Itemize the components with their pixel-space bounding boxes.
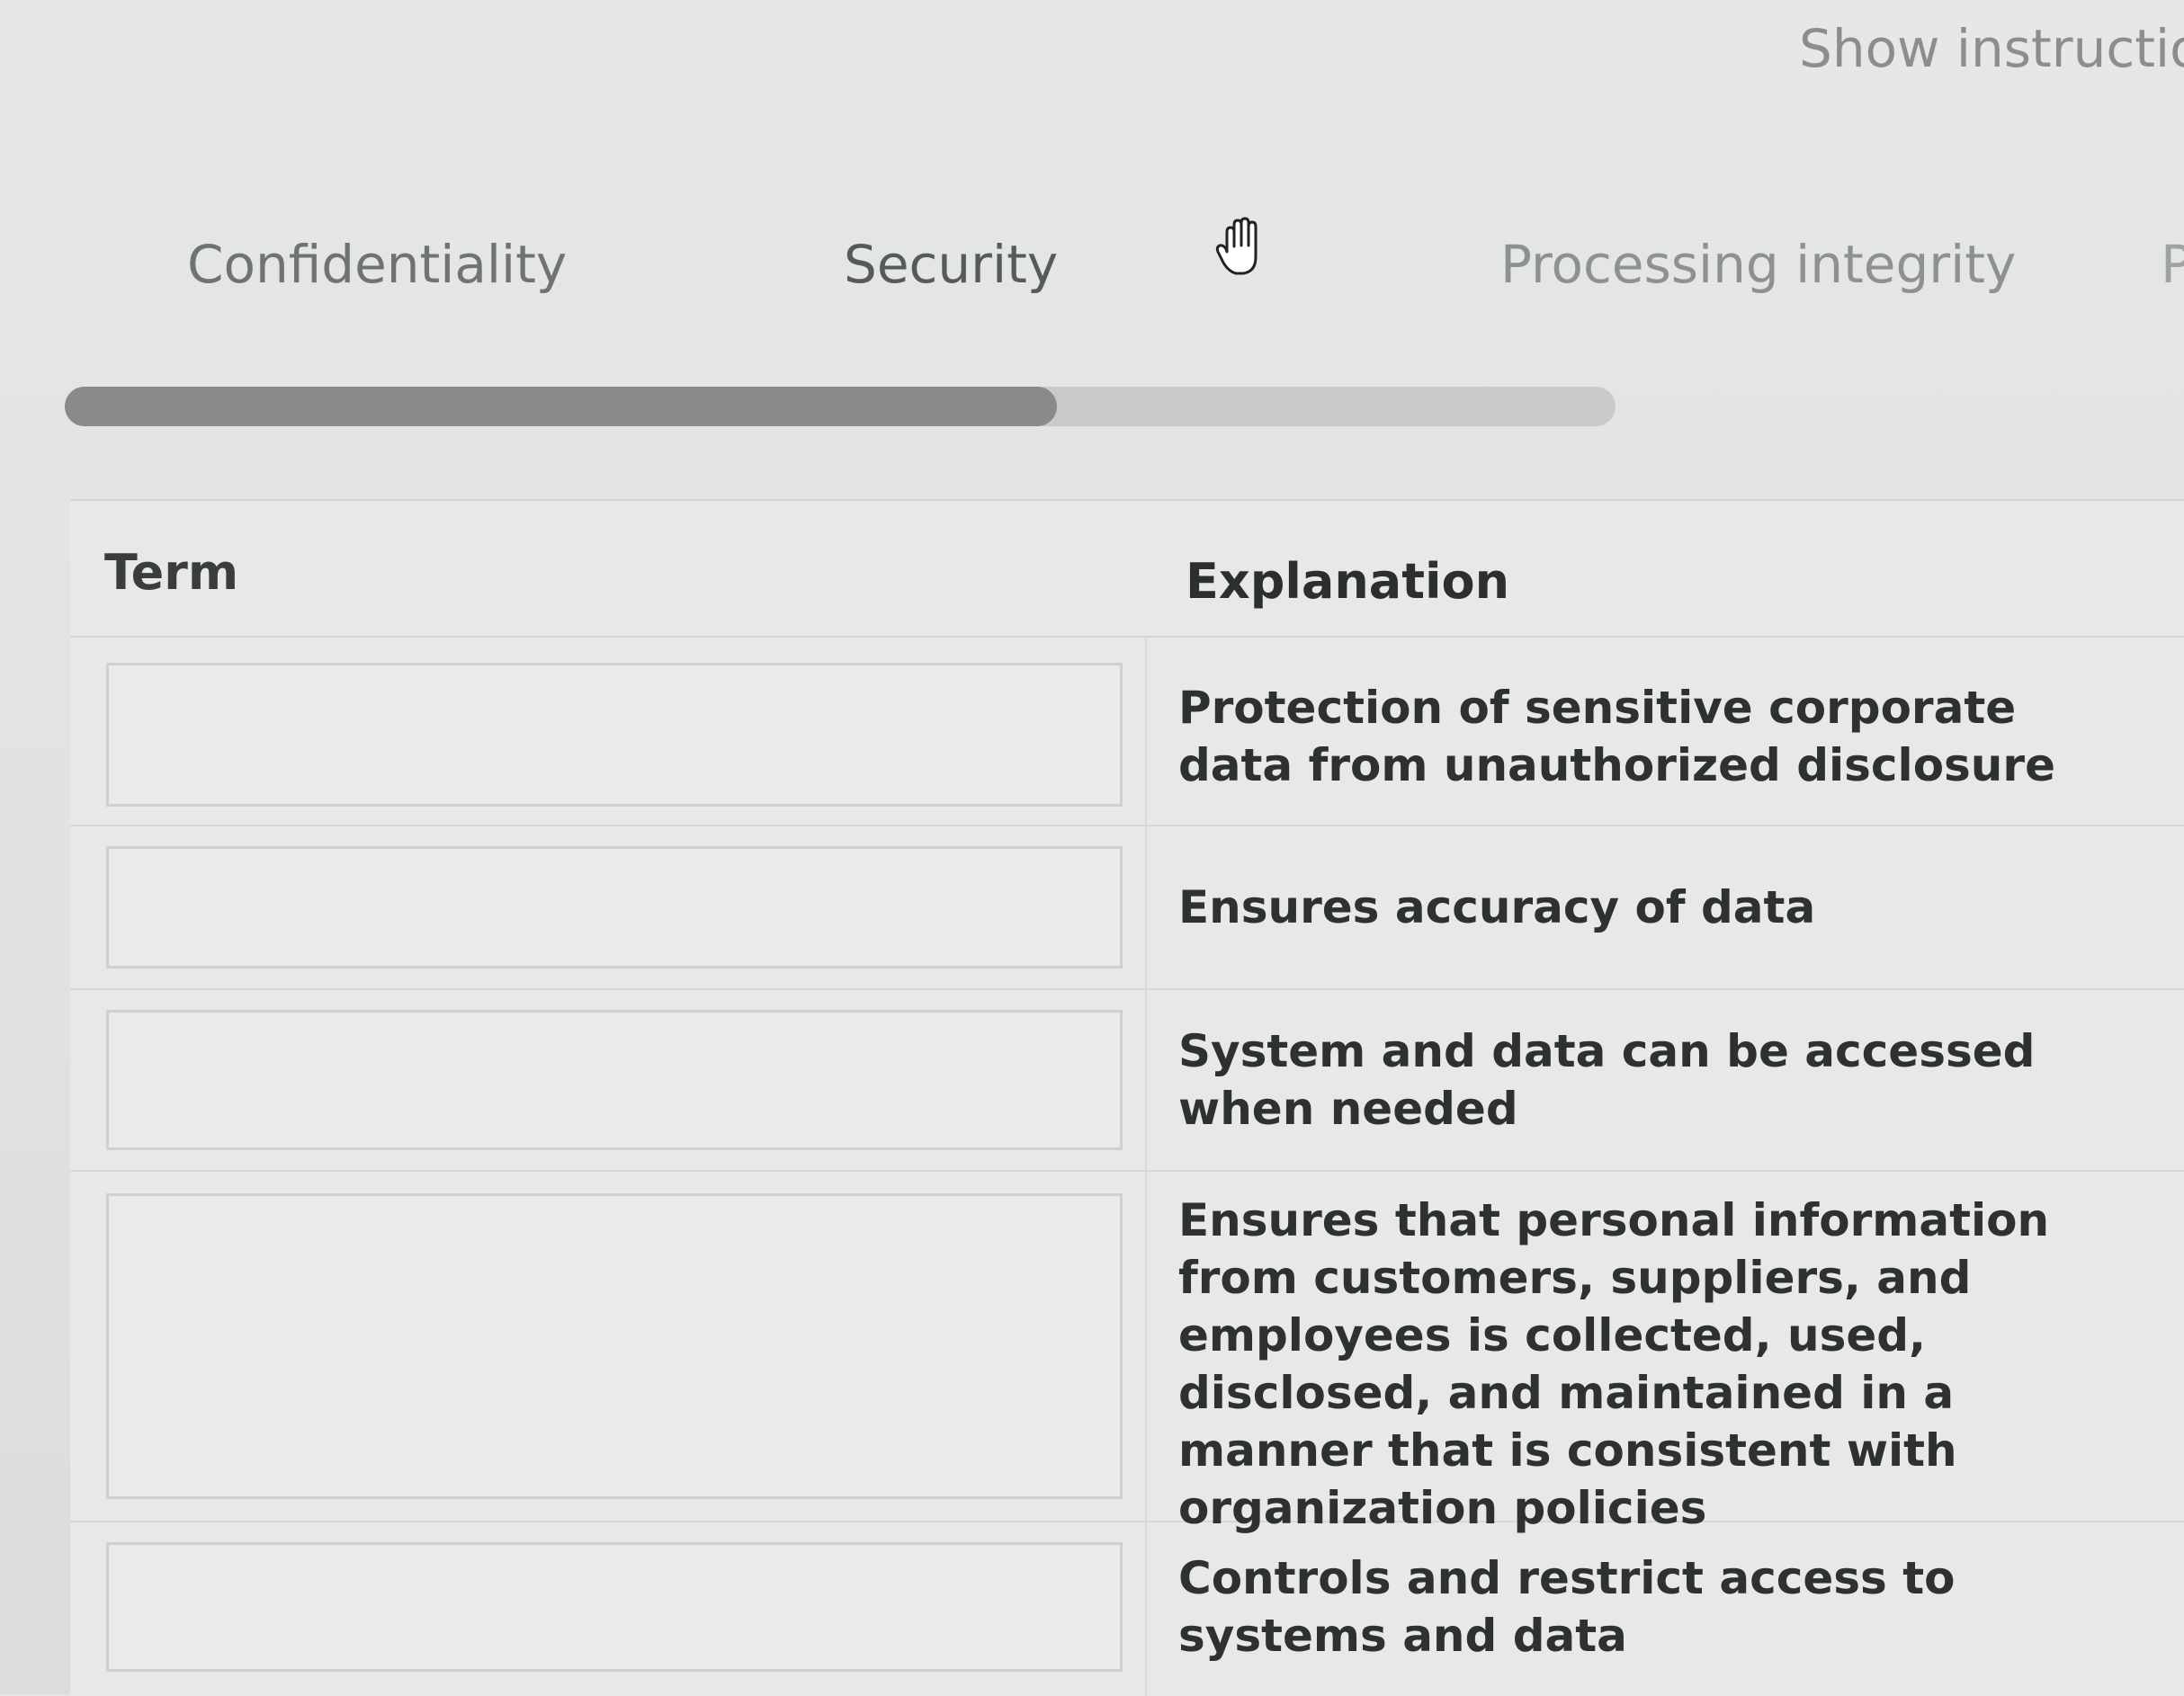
drop-zone-row-5[interactable]	[106, 1542, 1123, 1672]
table-header-row: Term Explanation	[70, 501, 2184, 638]
drop-zone-row-1[interactable]	[106, 663, 1123, 807]
explanation-text: Ensures that personal information from c…	[1178, 1194, 2050, 1534]
drop-zone-row-2[interactable]	[106, 846, 1123, 969]
term-bank: Confidentiality Security Processing inte…	[0, 207, 2184, 333]
term-chip-clipped[interactable]: P	[2161, 234, 2184, 295]
table-row: System and data can be accessed when nee…	[70, 990, 2184, 1172]
explanation-text: System and data can be accessed when nee…	[1178, 1025, 2036, 1135]
matching-table: Term Explanation Protection of sensitive…	[70, 499, 2184, 1696]
hand-cursor-icon	[1215, 217, 1258, 275]
scrollbar-thumb[interactable]	[65, 387, 1058, 426]
table-row: Ensures that personal information from c…	[70, 1172, 2184, 1534]
show-instructions-link[interactable]: Show instructio	[1799, 18, 2184, 79]
explanation-text: Controls and restrict access to systems …	[1178, 1552, 1956, 1662]
drop-zone-row-4[interactable]	[106, 1193, 1123, 1499]
term-chip-processing-integrity[interactable]: Processing integrity	[1500, 234, 2016, 295]
term-chip-security[interactable]: Security	[844, 234, 1058, 295]
table-row: Controls and restrict access to systems …	[70, 1522, 2184, 1696]
column-header-term: Term	[104, 544, 239, 601]
column-header-explanation: Explanation	[1186, 553, 1510, 610]
matching-activity-screen: Show instructio Confidentiality Security…	[0, 0, 2184, 1696]
table-row: Protection of sensitive corporate data f…	[70, 638, 2184, 826]
drop-zone-row-3[interactable]	[106, 1010, 1123, 1150]
explanation-text: Ensures accuracy of data	[1178, 881, 1816, 933]
term-chip-confidentiality[interactable]: Confidentiality	[187, 234, 567, 295]
term-bank-scrollbar[interactable]	[65, 387, 1616, 426]
explanation-text: Protection of sensitive corporate data f…	[1178, 682, 2055, 791]
table-row: Ensures accuracy of data	[70, 826, 2184, 990]
